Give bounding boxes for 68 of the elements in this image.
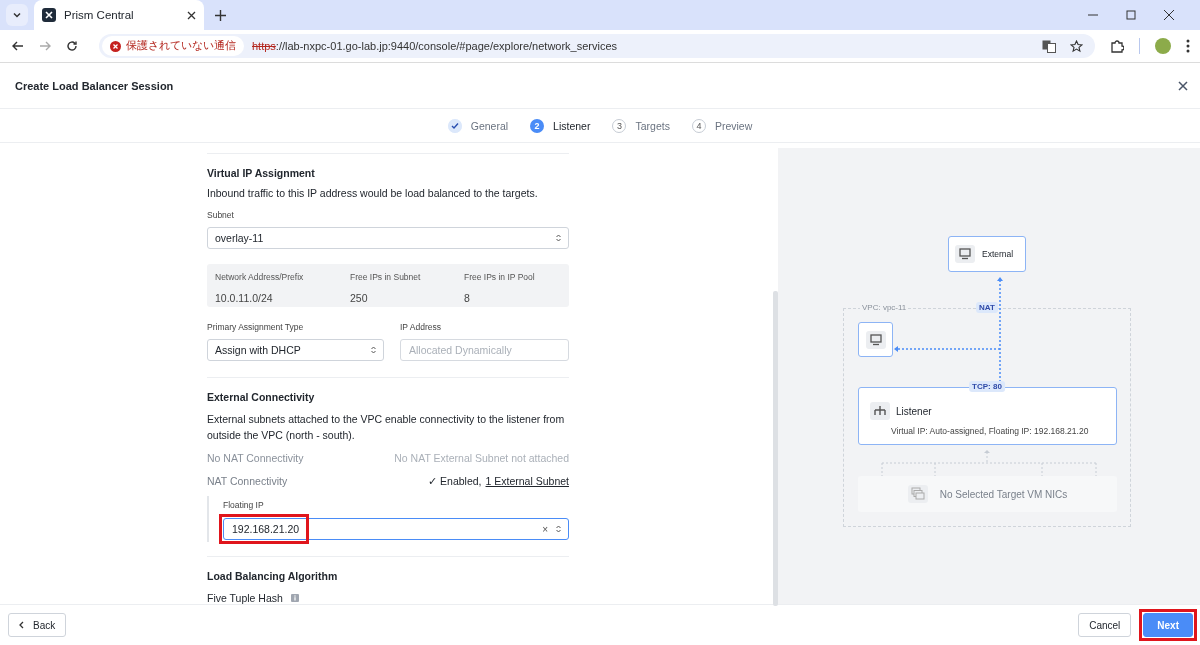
reload-icon[interactable] bbox=[66, 40, 78, 52]
puzzle-icon[interactable] bbox=[1110, 39, 1124, 53]
vpc-label: VPC: vpc-11 bbox=[860, 303, 909, 312]
url-text: https://lab-nxpc-01.go-lab.jp:9440/console/#page/explore/network_services bbox=[252, 40, 618, 52]
network-icon bbox=[870, 402, 890, 420]
wizard-step[interactable]: 4 Preview bbox=[691, 118, 753, 133]
info-value: 8 bbox=[464, 291, 471, 304]
node-title: Listener bbox=[896, 405, 932, 417]
close-icon[interactable] bbox=[187, 10, 196, 20]
star-icon[interactable] bbox=[1070, 39, 1083, 53]
external-subnet-link[interactable]: 1 External Subnet bbox=[485, 475, 569, 488]
section-heading: Virtual IP Assignment bbox=[207, 167, 316, 179]
info-label: Free IPs in Subnet bbox=[350, 271, 422, 282]
up-down-caret-icon bbox=[371, 345, 376, 354]
node-label: External bbox=[982, 249, 1014, 259]
section-heading: Load Balancing Algorithm bbox=[207, 570, 339, 582]
dialog-title: Create Load Balancer Session bbox=[15, 79, 175, 92]
wizard-step[interactable]: 3 Targets bbox=[612, 118, 670, 133]
clear-button[interactable]: × bbox=[542, 523, 548, 535]
nat-tag: NAT bbox=[976, 302, 998, 313]
info-label: Free IPs in IP Pool bbox=[464, 271, 535, 282]
profile-avatar[interactable] bbox=[1155, 38, 1171, 54]
connectivity-label: No NAT Connectivity bbox=[207, 452, 305, 465]
connectivity-label: NAT Connectivity bbox=[207, 475, 289, 488]
chevron-down-icon bbox=[12, 10, 22, 20]
connectivity-status: ✓ Enabled, bbox=[428, 475, 482, 488]
security-warning-chip[interactable]: 保護されていない通信 bbox=[102, 36, 244, 56]
error-icon bbox=[110, 40, 121, 52]
wizard-step[interactable]: General bbox=[447, 118, 509, 133]
address-bar[interactable]: 保護されていない通信 https://lab-nxpc-01.go-lab.jp:9440/console/#page/explore/network_services bbox=[99, 34, 1095, 58]
up-down-caret-icon bbox=[556, 525, 561, 533]
close-icon[interactable] bbox=[1178, 80, 1188, 91]
tab-title: Prism Central bbox=[64, 9, 135, 21]
assignment-type-select[interactable]: Assign with DHCP bbox=[207, 338, 384, 361]
field-label: Subnet bbox=[207, 210, 235, 220]
maximize-icon[interactable] bbox=[1126, 10, 1136, 20]
new-tab-icon[interactable] bbox=[215, 9, 226, 21]
stacked-windows-icon bbox=[907, 485, 928, 503]
app-logo-icon bbox=[42, 8, 56, 22]
section-description: External subnets attached to the VPC enable connectivity to the listener from outside the VPC (north - south). bbox=[207, 411, 566, 443]
browser-tab[interactable]: Prism Central bbox=[34, 0, 204, 30]
node-detail: Virtual IP: Auto-assigned, Floating IP: 192.168.21.20 bbox=[891, 426, 1089, 436]
info-value: 250 bbox=[350, 291, 369, 304]
wizard-step[interactable]: 2 Listener bbox=[530, 118, 591, 133]
field-label: Primary Assignment Type bbox=[207, 321, 305, 332]
info-label: Network Address/Prefix bbox=[215, 271, 305, 282]
scrollbar[interactable] bbox=[773, 291, 778, 606]
algorithm-value: Five Tuple Hash bbox=[207, 592, 283, 604]
close-icon[interactable] bbox=[1164, 10, 1174, 20]
monitor-icon bbox=[865, 330, 886, 349]
section-heading: External Connectivity bbox=[207, 390, 316, 403]
empty-state-text: No Selected Target VM NICs bbox=[939, 488, 1068, 500]
up-down-caret-icon bbox=[556, 233, 561, 242]
field-label: Floating IP bbox=[223, 500, 265, 510]
port-tag: TCP: 80 bbox=[969, 381, 1005, 392]
more-menu-icon[interactable] bbox=[1186, 39, 1190, 53]
info-value: 10.0.11.0/24 bbox=[215, 291, 274, 304]
chevron-left-icon bbox=[19, 621, 24, 629]
field-label: IP Address bbox=[400, 321, 442, 332]
section-description: Inbound traffic to this IP address would be load balanced to the targets. bbox=[207, 186, 539, 201]
subnet-select[interactable]: overlay-11 bbox=[207, 227, 569, 249]
cancel-button[interactable]: Cancel bbox=[1078, 613, 1132, 637]
monitor-icon bbox=[955, 245, 975, 263]
back-button[interactable]: Back bbox=[8, 613, 67, 637]
translate-icon[interactable] bbox=[1042, 39, 1056, 53]
connectivity-status: No NAT External Subnet not attached bbox=[394, 452, 569, 465]
tab-list-button[interactable] bbox=[6, 4, 28, 26]
back-arrow-icon[interactable] bbox=[12, 40, 24, 52]
